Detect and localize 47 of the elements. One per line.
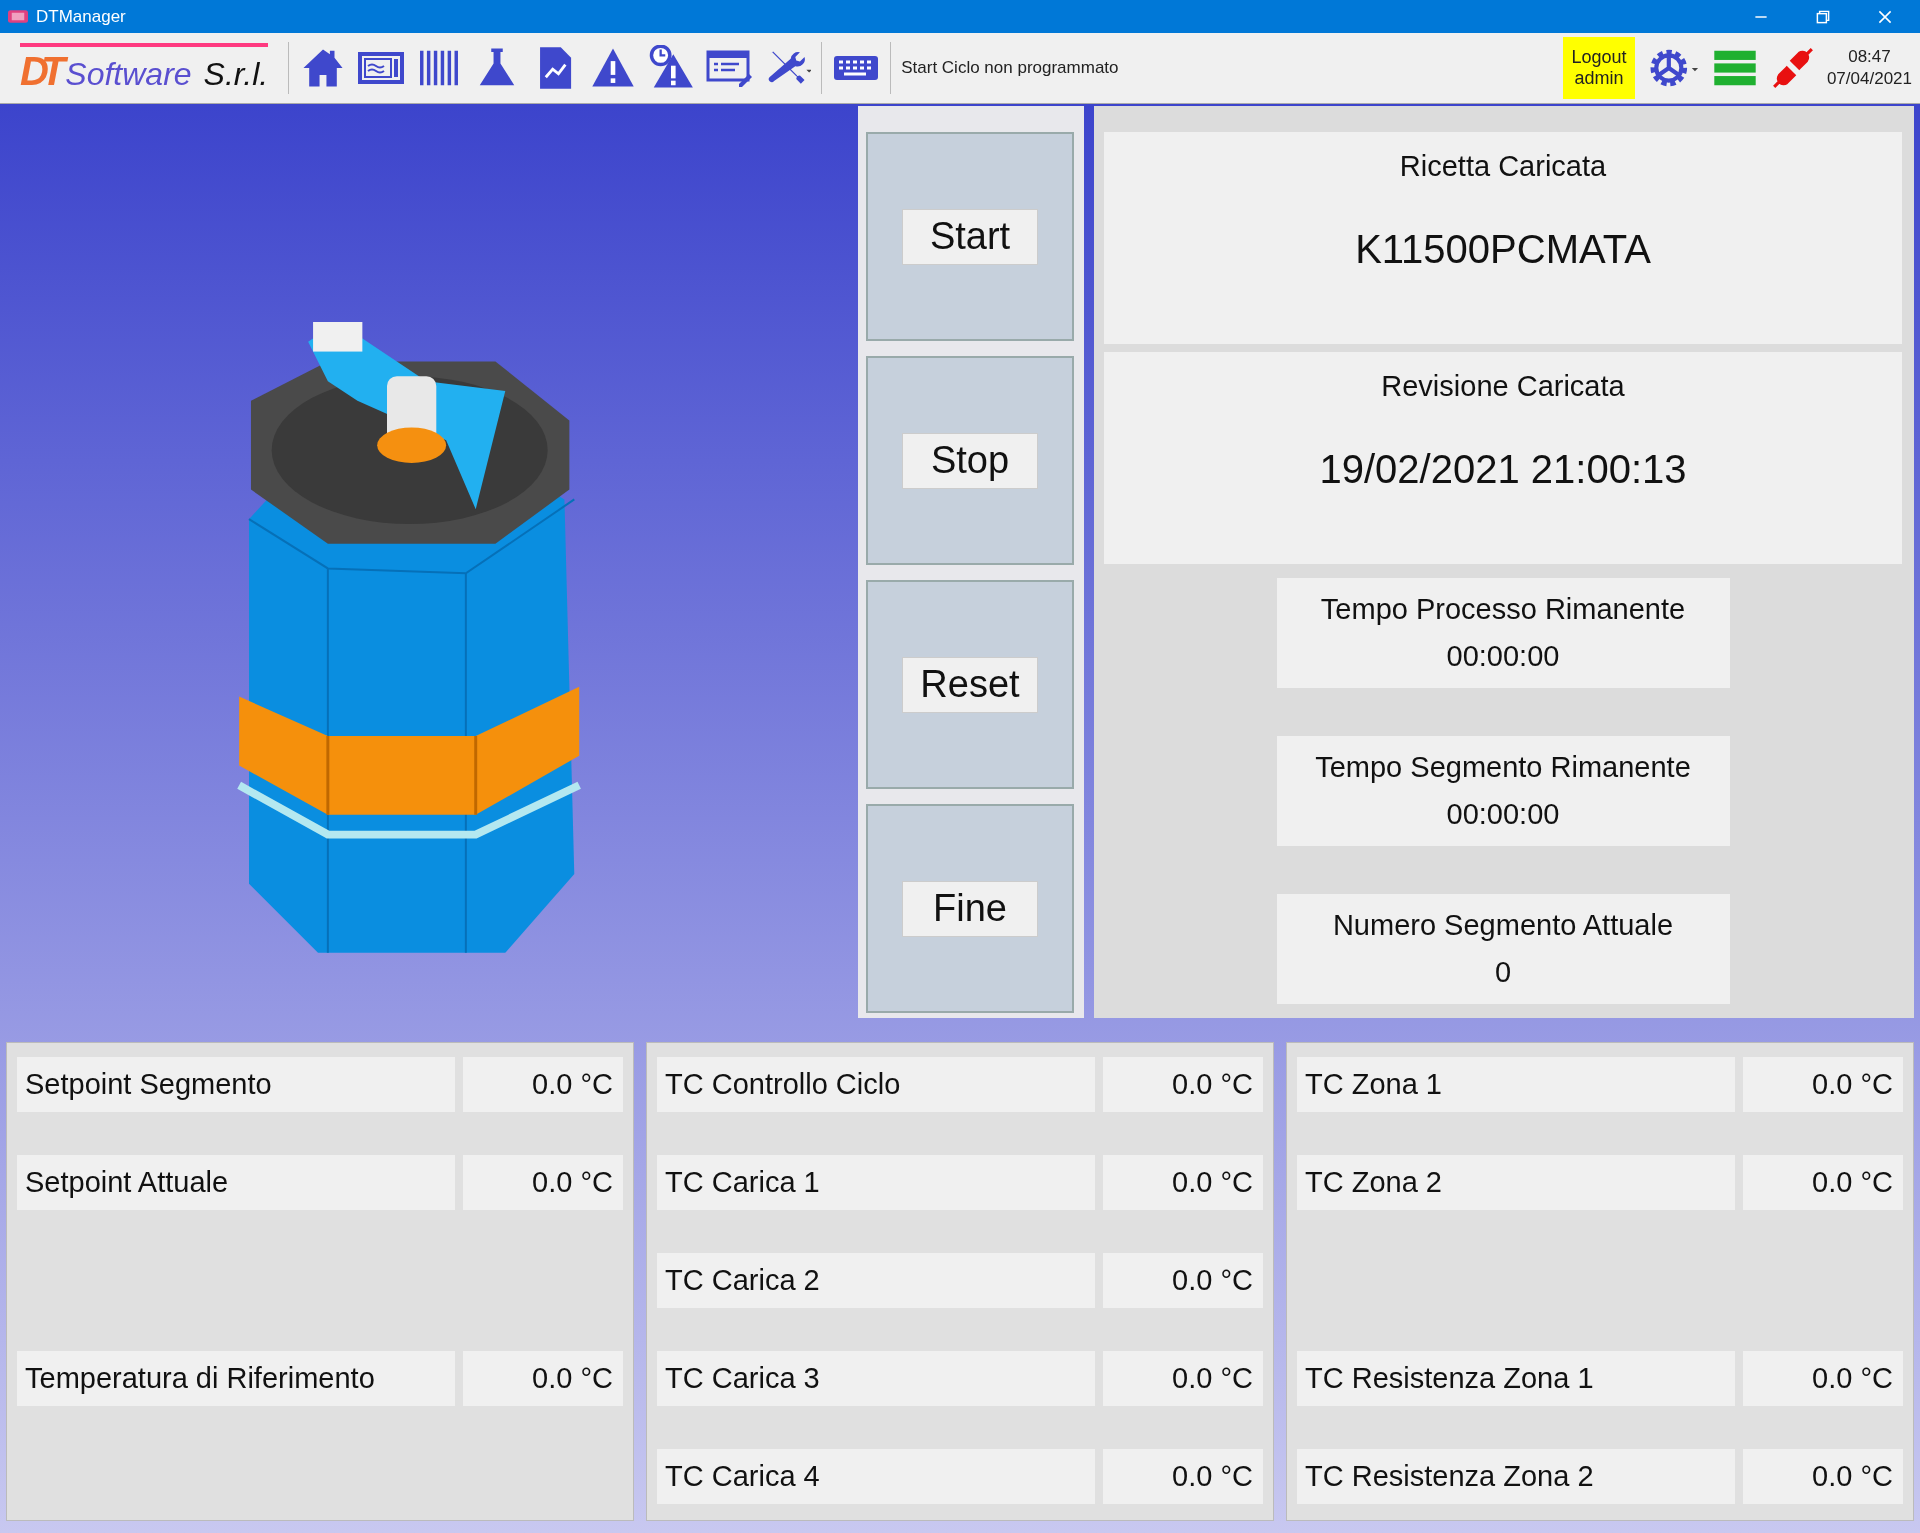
reading-label: Setpoint Segmento	[17, 1057, 455, 1112]
timer-value: 00:00:00	[1446, 640, 1560, 674]
reading-value: 0.0 °C	[463, 1155, 623, 1210]
reading-value: 0.0 °C	[1103, 1351, 1263, 1406]
reading-value: 0.0 °C	[1743, 1155, 1903, 1210]
reading-value: 0.0 °C	[463, 1351, 623, 1406]
reading-value: 0.0 °C	[1103, 1253, 1263, 1308]
command-button[interactable]: Fine	[902, 880, 1038, 937]
reading-value: 0.0 °C	[1743, 1449, 1903, 1504]
timer-value: 00:00:00	[1446, 798, 1560, 832]
timer-label: Tempo Processo Rimanente	[1320, 592, 1686, 626]
logout-button[interactable]: Logout admin	[1562, 37, 1635, 99]
reading-label: TC Carica 2	[657, 1253, 1095, 1308]
reading-value: 0.0 °C	[1103, 1057, 1263, 1112]
command-button[interactable]: Stop	[902, 432, 1038, 489]
logo-name: Software	[65, 55, 192, 93]
logo-suffix: S.r.l.	[203, 55, 269, 93]
clock-warning-icon[interactable]	[647, 45, 696, 91]
recipe-value: K11500PCMATA	[1355, 227, 1651, 272]
recipe-title: Ricetta Caricata	[1399, 150, 1607, 183]
revision-title: Revisione Caricata	[1381, 370, 1625, 403]
command-button[interactable]: Start	[902, 208, 1038, 265]
timer-label: Tempo Segmento Rimanente	[1315, 750, 1691, 784]
reading-label: TC Controllo Ciclo	[657, 1057, 1095, 1112]
reading-label: TC Resistenza Zona 2	[1297, 1449, 1735, 1504]
clock-time: 08:47	[1848, 45, 1891, 68]
reading-label: TC Resistenza Zona 1	[1297, 1351, 1735, 1406]
reading-value: 0.0 °C	[1103, 1155, 1263, 1210]
reading-label: TC Carica 1	[657, 1155, 1095, 1210]
reading-label: TC Carica 4	[657, 1449, 1095, 1504]
reading-value: 0.0 °C	[1103, 1449, 1263, 1504]
clock-date: 07/04/2021	[1826, 68, 1912, 90]
reading-label: TC Carica 3	[657, 1351, 1095, 1406]
reading-label: TC Zona 2	[1297, 1155, 1735, 1210]
app-icon	[8, 9, 28, 24]
status-message: Start Ciclo non programmato	[901, 58, 1119, 78]
reading-value: 0.0 °C	[1743, 1351, 1903, 1406]
reading-value: 0.0 °C	[1743, 1057, 1903, 1112]
reading-label: Temperatura di Riferimento	[17, 1351, 455, 1406]
reading-label: Setpoint Attuale	[17, 1155, 455, 1210]
revision-value: 19/02/2021 21:00:13	[1319, 447, 1687, 492]
reading-value: 0.0 °C	[463, 1057, 623, 1112]
window-title: DTManager	[36, 6, 126, 27]
timer-label: Numero Segmento Attuale	[1332, 908, 1674, 942]
timer-value: 0	[1494, 956, 1512, 990]
command-button[interactable]: Reset	[902, 656, 1038, 713]
reading-label: TC Zona 1	[1297, 1057, 1735, 1112]
